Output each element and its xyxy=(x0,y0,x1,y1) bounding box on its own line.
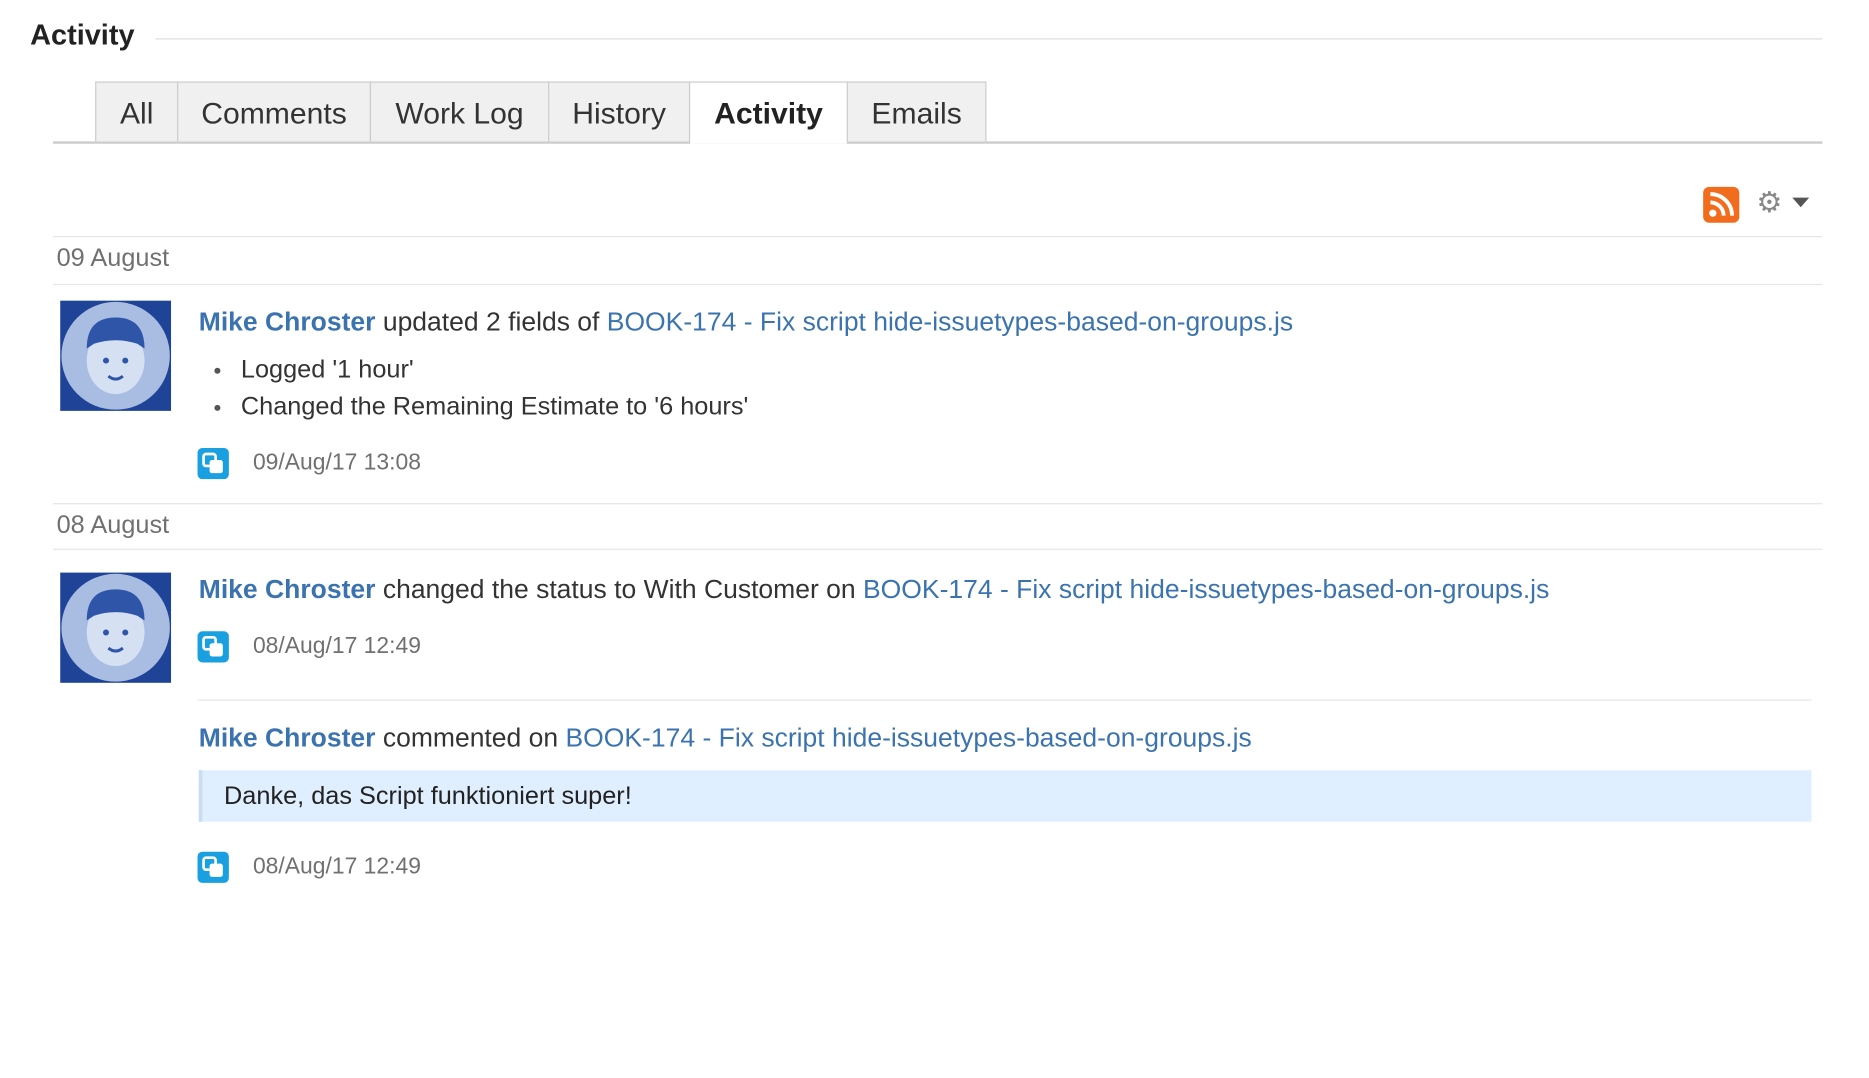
issue-link[interactable]: BOOK-174 - Fix script hide-issuetypes-ba… xyxy=(607,307,1293,337)
gear-icon[interactable]: ⚙ xyxy=(1755,189,1784,218)
tab-work-log[interactable]: Work Log xyxy=(369,81,550,142)
timestamp[interactable]: 08/Aug/17 12:49 xyxy=(253,852,421,883)
divider xyxy=(52,503,1823,505)
app-icon xyxy=(197,448,229,480)
activity-summary: Mike Chroster updated 2 fields of BOOK-1… xyxy=(199,305,1293,339)
change-details: Logged '1 hour' Changed the Remaining Es… xyxy=(214,351,748,425)
issue-link[interactable]: BOOK-174 - Fix script hide-issuetypes-ba… xyxy=(863,574,1549,604)
action-text: updated 2 fields of xyxy=(375,306,607,337)
issue-link[interactable]: BOOK-174 - Fix script hide-issuetypes-ba… xyxy=(565,722,1251,752)
section-title: Activity xyxy=(30,19,135,52)
activity-summary: Mike Chroster commented on BOOK-174 - Fi… xyxy=(199,721,1252,755)
comment-body: Danke, das Script funktioniert super! xyxy=(198,770,1812,822)
tab-activity[interactable]: Activity xyxy=(688,81,848,144)
user-link[interactable]: Mike Chroster xyxy=(199,307,376,337)
list-item: Logged '1 hour' xyxy=(214,351,748,388)
section-divider xyxy=(155,38,1823,40)
tab-all[interactable]: All xyxy=(95,81,179,142)
tab-history[interactable]: History xyxy=(548,81,691,142)
tab-emails[interactable]: Emails xyxy=(846,81,987,142)
timestamp[interactable]: 09/Aug/17 13:08 xyxy=(253,448,421,479)
avatar[interactable] xyxy=(60,300,172,411)
avatar[interactable] xyxy=(60,572,172,683)
chevron-down-icon[interactable] xyxy=(1792,197,1810,208)
action-text: commented on xyxy=(375,722,566,753)
action-text: changed the status to With Customer on xyxy=(375,573,864,604)
tab-comments[interactable]: Comments xyxy=(177,81,371,142)
rss-feed-icon[interactable] xyxy=(1703,186,1740,223)
timestamp[interactable]: 08/Aug/17 12:49 xyxy=(253,631,421,662)
user-link[interactable]: Mike Chroster xyxy=(199,574,376,604)
activity-section-header: Activity xyxy=(30,18,1823,54)
app-icon xyxy=(197,851,229,883)
date-heading: 08 August xyxy=(56,511,170,540)
app-icon xyxy=(197,631,229,663)
user-link[interactable]: Mike Chroster xyxy=(199,722,376,752)
activity-tabs: All Comments Work Log History Activity E… xyxy=(52,81,1823,144)
divider xyxy=(52,235,1823,238)
activity-summary: Mike Chroster changed the status to With… xyxy=(199,573,1550,607)
divider xyxy=(52,283,1823,286)
date-heading: 09 August xyxy=(56,244,170,272)
divider xyxy=(52,548,1823,550)
divider xyxy=(197,699,1812,701)
list-item: Changed the Remaining Estimate to '6 hou… xyxy=(214,388,748,425)
